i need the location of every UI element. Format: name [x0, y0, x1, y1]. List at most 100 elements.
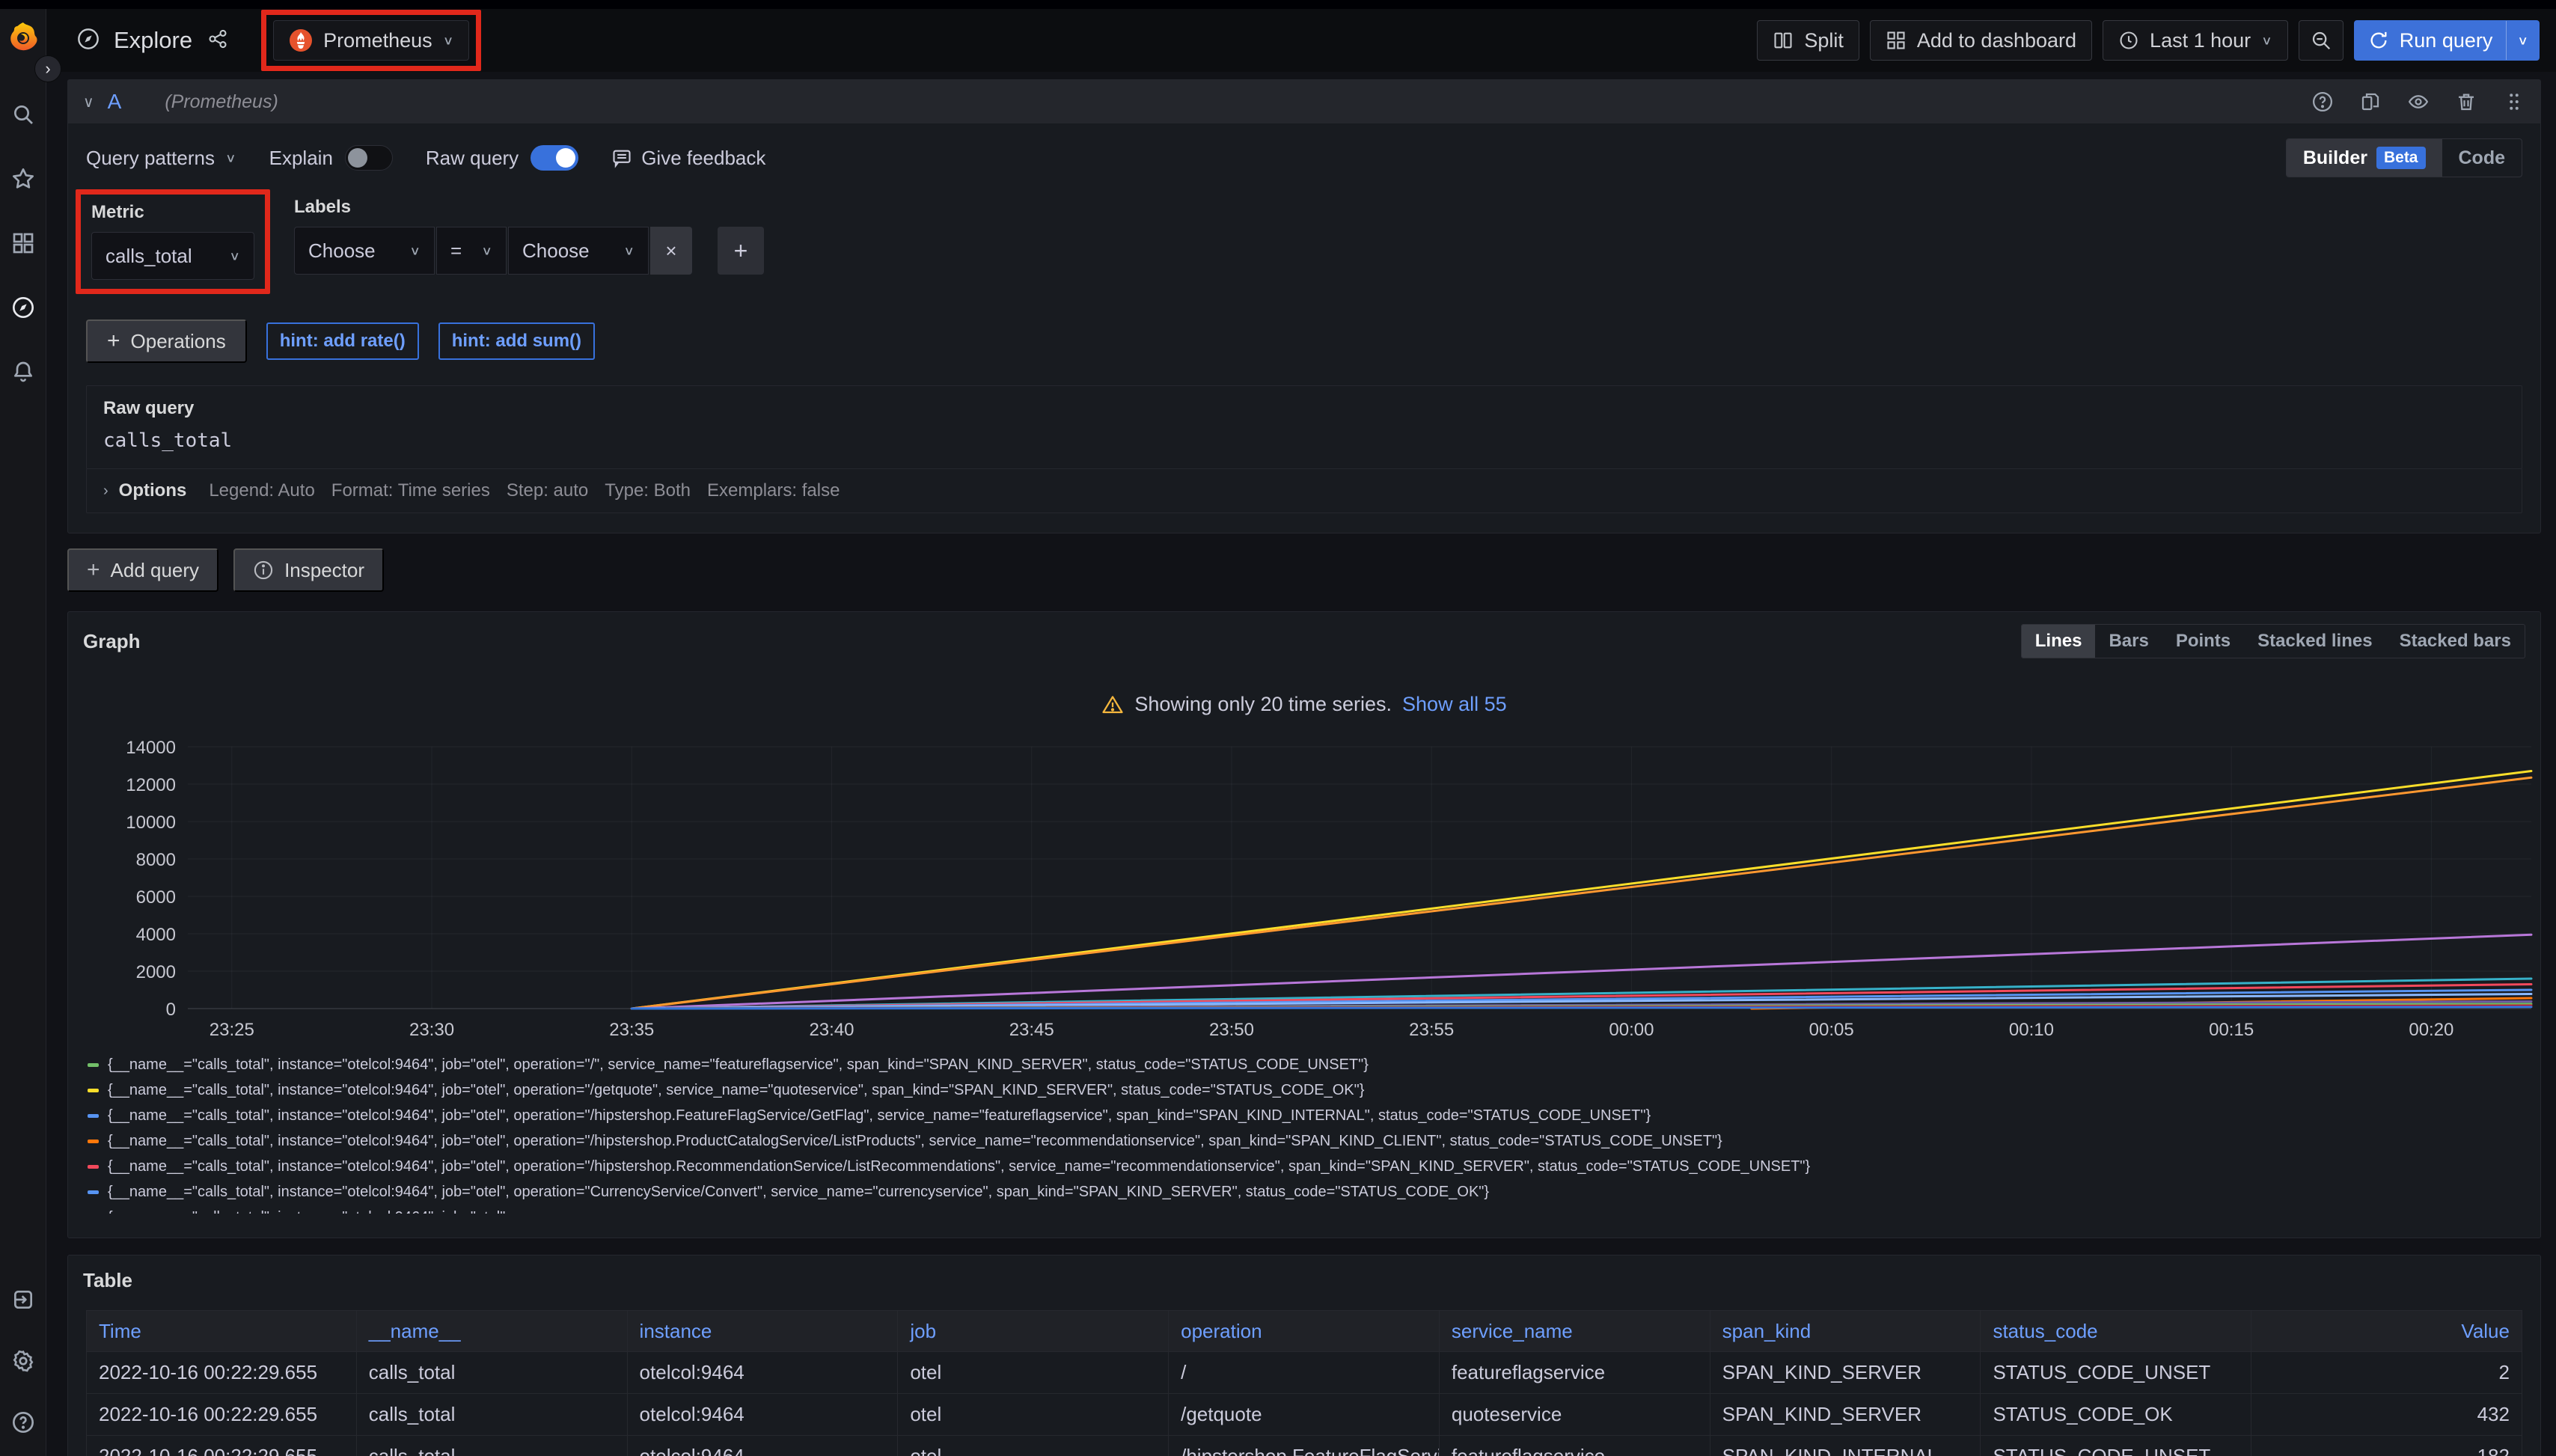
label-name-select[interactable]: Choose ∨ — [294, 227, 435, 275]
remove-query-trash-icon[interactable] — [2455, 91, 2477, 113]
hint-add-rate-button[interactable]: hint: add rate() — [266, 322, 419, 360]
dashboards-icon[interactable] — [10, 230, 36, 256]
inspector-button[interactable]: Inspector — [233, 548, 384, 592]
legend-item[interactable]: {__name__="calls_total", instance="otelc… — [88, 1052, 2525, 1077]
time-range-label: Last 1 hour — [2150, 29, 2251, 52]
x-axis-tick-label: 00:20 — [2409, 1020, 2453, 1040]
split-button[interactable]: Split — [1757, 20, 1859, 61]
query-ref-id: A — [108, 90, 122, 114]
table-cell: calls_total — [357, 1394, 628, 1436]
x-axis-tick-label: 23:25 — [210, 1020, 254, 1040]
column-header-value[interactable]: Value — [2251, 1310, 2522, 1352]
settings-gear-icon[interactable] — [10, 1348, 36, 1374]
time-range-picker[interactable]: Last 1 hour ∨ — [2103, 20, 2288, 61]
datasource-picker[interactable]: Prometheus ∨ — [273, 20, 469, 61]
y-axis-tick-label: 14000 — [126, 738, 176, 758]
run-query-button[interactable]: Run query ∨ — [2354, 20, 2540, 61]
label-value-select[interactable]: Choose ∨ — [508, 227, 649, 275]
table-row: 2022-10-16 00:22:29.655calls_totalotelco… — [86, 1352, 2522, 1394]
raw-query-toggle[interactable] — [531, 145, 578, 171]
graph-mode-bars[interactable]: Bars — [2095, 625, 2162, 658]
hide-query-eye-icon[interactable] — [2407, 91, 2430, 113]
raw-query-value: calls_total — [103, 429, 2505, 452]
duplicate-query-icon[interactable] — [2359, 91, 2382, 113]
column-header-time[interactable]: Time — [86, 1310, 357, 1352]
table-cell: STATUS_CODE_UNSET — [1981, 1436, 2251, 1456]
give-feedback-label: Give feedback — [641, 147, 765, 170]
metric-select[interactable]: calls_total ∨ — [91, 232, 254, 280]
legend-item[interactable]: {__name__="calls_total", instance="otelc… — [88, 1205, 2525, 1214]
column-header-statuscode[interactable]: status_code — [1981, 1310, 2251, 1352]
add-to-dashboard-button[interactable]: Add to dashboard — [1870, 20, 2092, 61]
help-icon[interactable] — [10, 1410, 36, 1435]
query-datasource-hint: (Prometheus) — [165, 91, 278, 113]
raw-query-toggle-row: Raw query — [426, 145, 578, 171]
sign-in-icon[interactable] — [10, 1287, 36, 1312]
graph-mode-stacked-lines[interactable]: Stacked lines — [2244, 625, 2385, 658]
drag-handle-icon[interactable] — [2503, 91, 2525, 113]
collapse-chevron-icon[interactable]: ∨ — [83, 93, 94, 111]
hint-add-sum-button[interactable]: hint: add sum() — [438, 322, 595, 360]
builder-tab[interactable]: Builder Beta — [2287, 139, 2442, 177]
remove-label-filter-button[interactable]: × — [650, 227, 692, 275]
graph-mode-stacked-bars[interactable]: Stacked bars — [2386, 625, 2525, 658]
nav-left: Explore Prometheus ∨ — [76, 10, 481, 71]
explain-toggle[interactable] — [345, 145, 393, 171]
alerting-bell-icon[interactable] — [10, 359, 36, 385]
table-title: Table — [68, 1255, 2540, 1310]
query-patterns-dropdown[interactable]: Query patterns ∨ — [86, 147, 236, 170]
graph-mode-points[interactable]: Points — [2162, 625, 2244, 658]
label-operator-select[interactable]: = ∨ — [436, 227, 507, 275]
code-tab[interactable]: Code — [2442, 139, 2522, 177]
options-summary-item: Legend: Auto — [209, 480, 314, 501]
x-axis-tick-label: 23:40 — [809, 1020, 854, 1040]
explore-actions-row: + Add query Inspector — [67, 548, 2541, 592]
x-axis-tick-label: 00:05 — [1809, 1020, 1854, 1040]
options-collapsible[interactable]: › Options Legend: AutoFormat: Time serie… — [86, 468, 2522, 513]
starred-icon[interactable] — [10, 166, 36, 192]
graph-mode-lines[interactable]: Lines — [2022, 625, 2096, 658]
table-cell: 2022-10-16 00:22:29.655 — [86, 1436, 357, 1456]
labels-group: Labels Choose ∨ = ∨ — [294, 197, 764, 275]
legend-label: {__name__="calls_total", instance="otelc… — [108, 1209, 526, 1214]
run-query-dropdown[interactable]: ∨ — [2506, 21, 2539, 60]
table-cell: 2022-10-16 00:22:29.655 — [86, 1352, 357, 1394]
legend-item[interactable]: {__name__="calls_total", instance="otelc… — [88, 1179, 2525, 1205]
x-axis-tick-label: 23:50 — [1209, 1020, 1254, 1040]
column-header-servicename[interactable]: service_name — [1440, 1310, 1710, 1352]
run-query-main[interactable]: Run query — [2355, 29, 2507, 52]
sidebar — [0, 9, 46, 1456]
column-header-instance[interactable]: instance — [628, 1310, 899, 1352]
column-header-spankind[interactable]: span_kind — [1710, 1310, 1981, 1352]
column-header-name[interactable]: __name__ — [357, 1310, 628, 1352]
options-summary-item: Step: auto — [507, 480, 588, 501]
warning-text: Showing only 20 time series. — [1134, 693, 1392, 716]
sidebar-expand-button[interactable]: › — [34, 55, 61, 82]
legend-label: {__name__="calls_total", instance="otelc… — [108, 1158, 1810, 1175]
column-header-job[interactable]: job — [898, 1310, 1169, 1352]
add-label-filter-button[interactable]: + — [718, 227, 764, 275]
legend-item[interactable]: {__name__="calls_total", instance="otelc… — [88, 1103, 2525, 1128]
explore-compass-icon[interactable] — [10, 295, 36, 320]
add-query-button[interactable]: + Add query — [67, 548, 218, 592]
query-row-header[interactable]: ∨ A (Prometheus) — [68, 80, 2540, 123]
give-feedback-button[interactable]: Give feedback — [611, 147, 765, 170]
legend-item[interactable]: {__name__="calls_total", instance="otelc… — [88, 1077, 2525, 1103]
share-icon[interactable] — [207, 28, 228, 53]
legend-item[interactable]: {__name__="calls_total", instance="otelc… — [88, 1128, 2525, 1154]
query-help-icon[interactable] — [2311, 91, 2334, 113]
graph-legend: {__name__="calls_total", instance="otelc… — [88, 1052, 2525, 1214]
split-columns-icon — [1773, 30, 1794, 51]
grafana-logo-icon[interactable] — [7, 21, 39, 52]
zoom-out-time-button[interactable] — [2299, 20, 2343, 61]
table-row: 2022-10-16 00:22:29.655calls_totalotelco… — [86, 1436, 2522, 1456]
search-icon[interactable] — [10, 102, 36, 127]
timeseries-chart[interactable]: 0200040006000800010000120001400023:2523:… — [83, 735, 2534, 1047]
legend-item[interactable]: {__name__="calls_total", instance="otelc… — [88, 1154, 2525, 1179]
table-cell: 182 — [2251, 1436, 2522, 1456]
show-all-series-link[interactable]: Show all 55 — [1402, 693, 1507, 716]
label-name-placeholder: Choose — [308, 239, 376, 263]
column-header-operation[interactable]: operation — [1169, 1310, 1440, 1352]
operations-button[interactable]: + Operations — [86, 319, 247, 363]
annotation-box-metric: Metric calls_total ∨ — [76, 189, 270, 294]
